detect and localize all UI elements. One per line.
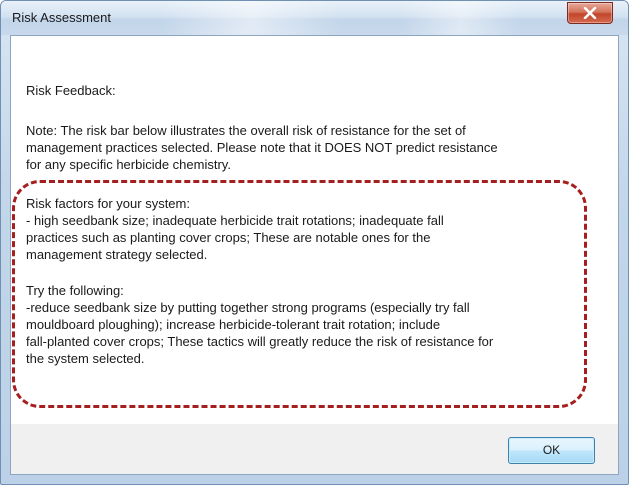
risk-factors-heading: Risk factors for your system: (26, 196, 190, 211)
note-line: Note: The risk bar below illustrates the… (26, 123, 466, 138)
close-button[interactable] (567, 2, 613, 24)
risk-factors-line: - high seedbank size; inadequate herbici… (26, 213, 444, 228)
risk-feedback-heading: Risk Feedback: (26, 83, 116, 98)
title-bar-glass (161, 1, 341, 35)
note-line: for any specific herbicide chemistry. (26, 157, 231, 172)
ok-button[interactable]: OK (508, 437, 595, 464)
window-title: Risk Assessment (12, 10, 111, 25)
title-bar-glass (401, 1, 521, 35)
dialog-footer: OK (10, 424, 619, 475)
risk-factors-line: management strategy selected. (26, 247, 208, 262)
dialog-content: Risk Feedback: Note: The risk bar below … (10, 35, 619, 425)
try-following-line: -reduce seedbank size by putting togethe… (26, 300, 470, 315)
risk-factors-line: practices such as planting cover crops; … (26, 230, 431, 245)
close-x-icon (583, 7, 597, 19)
note-line: management practices selected. Please no… (26, 140, 498, 155)
try-following-line: mouldboard ploughing); increase herbicid… (26, 317, 441, 332)
title-bar[interactable]: Risk Assessment (1, 1, 628, 35)
risk-assessment-dialog: Risk Assessment Risk Feedback: Note: The… (0, 0, 629, 485)
try-following-heading: Try the following: (26, 283, 124, 298)
try-following-line: the system selected. (26, 351, 145, 366)
try-following-line: fall-planted cover crops; These tactics … (26, 334, 494, 349)
